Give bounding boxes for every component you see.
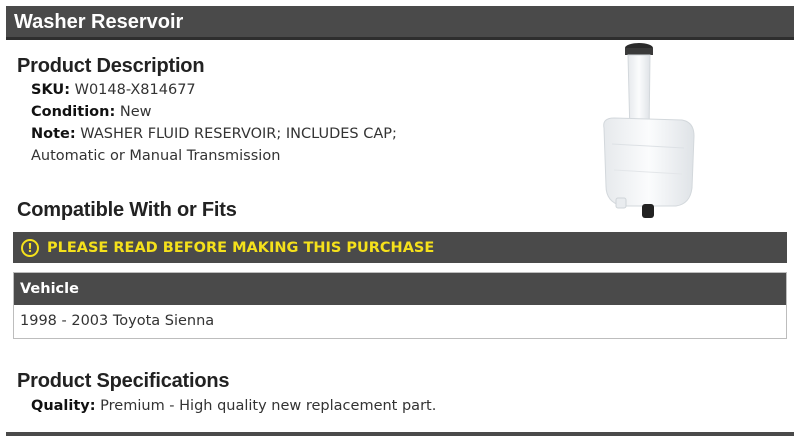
- sku-value: W0148-X814677: [74, 82, 196, 98]
- compatible-heading: Compatible With or Fits: [17, 199, 237, 221]
- vehicle-column-header: Vehicle: [14, 273, 786, 305]
- page-title: Washer Reservoir: [14, 11, 184, 33]
- page-title-bar: Washer Reservoir: [6, 6, 794, 40]
- quality-line: Quality: Premium - High quality new repl…: [31, 398, 436, 414]
- purchase-warning-banner: ! PLEASE READ BEFORE MAKING THIS PURCHAS…: [13, 232, 787, 263]
- warning-text: PLEASE READ BEFORE MAKING THIS PURCHASE: [47, 239, 435, 256]
- note-line-2: Automatic or Manual Transmission: [31, 148, 280, 164]
- note-line: Note: WASHER FLUID RESERVOIR; INCLUDES C…: [31, 126, 397, 142]
- condition-line: Condition: New: [31, 104, 152, 120]
- sku-line: SKU: W0148-X814677: [31, 82, 196, 98]
- exclamation-circle-icon: !: [21, 238, 39, 257]
- note-label: Note:: [31, 126, 76, 142]
- product-specifications-heading: Product Specifications: [17, 370, 230, 392]
- condition-value: New: [119, 104, 152, 120]
- vehicle-table: Vehicle 1998 - 2003 Toyota Sienna: [13, 272, 787, 339]
- note-value-continued: Automatic or Manual Transmission: [31, 148, 281, 164]
- condition-label: Condition:: [31, 104, 116, 120]
- product-description-heading: Product Description: [17, 55, 205, 77]
- bottom-divider: [6, 432, 794, 436]
- quality-value: Premium - High quality new replacement p…: [100, 398, 437, 414]
- quality-label: Quality:: [31, 398, 96, 414]
- washer-reservoir-image: [603, 43, 695, 218]
- note-value: WASHER FLUID RESERVOIR; INCLUDES CAP;: [80, 126, 397, 142]
- sku-label: SKU:: [31, 82, 70, 98]
- table-row: 1998 - 2003 Toyota Sienna: [20, 313, 215, 329]
